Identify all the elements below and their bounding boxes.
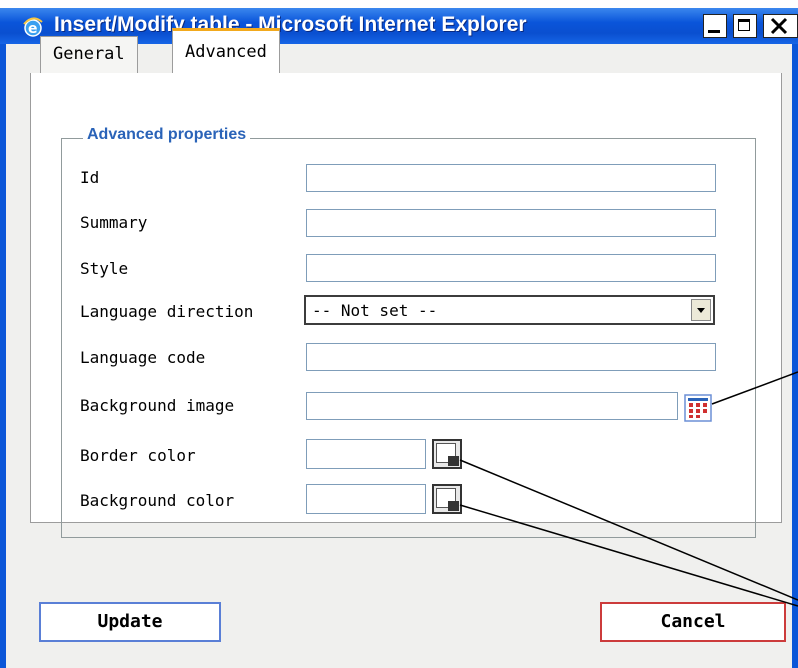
callout-line-browse xyxy=(711,371,798,405)
callout-lines xyxy=(459,371,798,607)
callout-line-border-color xyxy=(459,459,798,601)
callout-line-bg-color xyxy=(459,504,798,607)
